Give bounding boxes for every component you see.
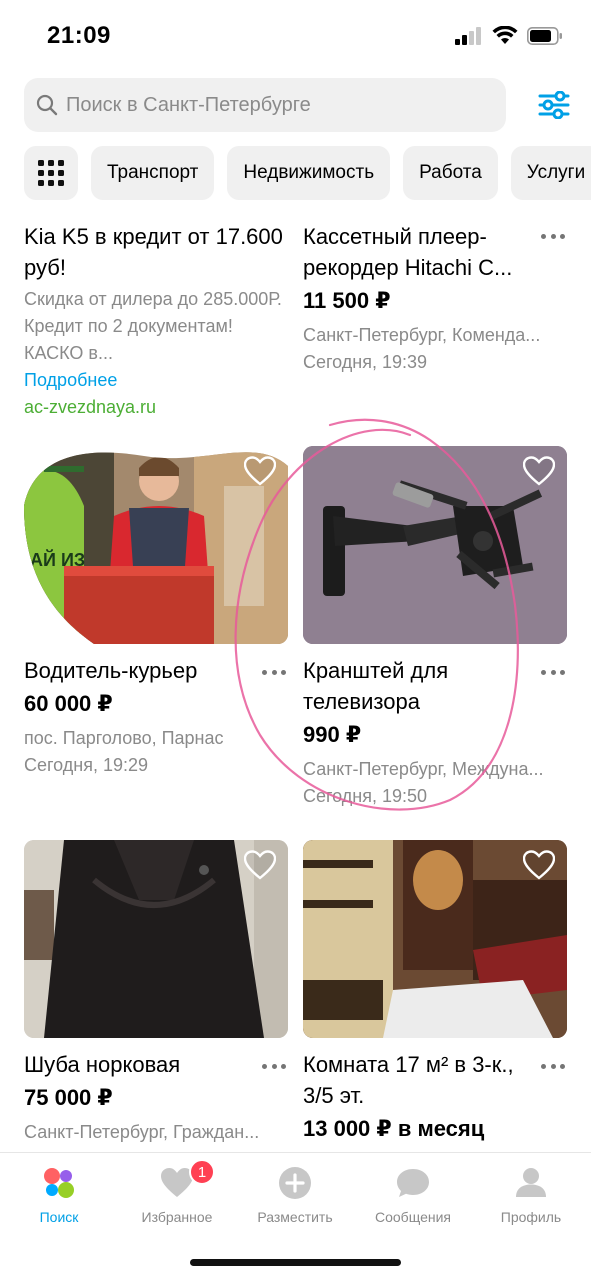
more-options-button[interactable] — [260, 1056, 288, 1076]
more-options-button[interactable] — [260, 662, 288, 682]
all-categories-button[interactable] — [24, 146, 78, 200]
tab-label: Избранное — [141, 1209, 213, 1225]
search-box[interactable] — [24, 78, 506, 132]
listing-title: Кранштей для телевизора — [303, 658, 449, 714]
listing-photo[interactable] — [303, 446, 567, 644]
listing-title: Кассетный плеер-рекордер Hitachi C... — [303, 224, 513, 280]
ad-card[interactable]: Kia K5 в кредит от 17.600 руб! Скидка от… — [24, 221, 288, 421]
search-input[interactable] — [66, 93, 486, 117]
favorite-heart-icon[interactable] — [244, 456, 276, 486]
listing-card[interactable]: Кассетный плеер-рекордер Hitachi C... 11… — [303, 221, 567, 376]
ad-description: Скидка от дилера до 285.000Р. Кредит по … — [24, 289, 282, 363]
listing-location: Санкт-Петербург, Междуна... — [303, 759, 544, 779]
signal-icon — [455, 26, 481, 45]
listing-price: 11 500 ₽ — [303, 288, 391, 313]
category-chip-realty[interactable]: Недвижимость — [227, 146, 391, 200]
listing-title: Комната 17 м² в 3-к., 3/5 эт. — [303, 1052, 514, 1108]
listing-date: Сегодня, 19:50 — [303, 786, 428, 806]
tab-favorites[interactable]: 1 Избранное — [118, 1159, 236, 1229]
category-chip-transport[interactable]: Транспорт — [91, 146, 215, 200]
tab-search[interactable]: Поиск — [0, 1165, 118, 1229]
more-options-button[interactable] — [539, 226, 567, 246]
listing-card[interactable]: Кранштей для телевизора 990 ₽ Санкт-Пете… — [303, 446, 567, 810]
heart-tab-icon: 1 — [159, 1159, 215, 1201]
listing-title: Водитель-курьер — [24, 658, 198, 683]
listing-price: 60 000 ₽ — [24, 691, 113, 716]
plus-tab-icon — [277, 1165, 313, 1201]
category-chip-services[interactable]: Услуги — [510, 146, 591, 200]
tab-label: Сообщения — [375, 1209, 451, 1225]
listing-price: 13 000 ₽ в месяц — [303, 1116, 485, 1141]
more-options-button[interactable] — [539, 662, 567, 682]
ad-domain: ac-zvezdnaya.ru — [24, 397, 157, 417]
listing-location: Санкт-Петербург, Граждан... — [24, 1122, 260, 1142]
profile-tab-icon — [513, 1165, 549, 1201]
tab-label: Профиль — [500, 1209, 562, 1225]
listing-date: Сегодня, 19:29 — [24, 755, 149, 775]
wifi-icon — [492, 26, 518, 44]
search-row — [24, 78, 575, 132]
more-options-button[interactable] — [539, 1056, 567, 1076]
listing-photo[interactable]: АЙ ИЗ — [24, 446, 288, 644]
home-indicator — [190, 1259, 401, 1266]
listing-photo[interactable] — [303, 840, 567, 1038]
listing-location: Санкт-Петербург, Коменда... — [303, 325, 541, 345]
tab-label: Разместить — [257, 1209, 333, 1225]
tab-label: Поиск — [39, 1209, 79, 1225]
listing-location: пос. Парголово, Парнас — [24, 728, 224, 748]
listing-date: Сегодня, 19:39 — [303, 352, 428, 372]
battery-icon — [527, 26, 562, 45]
category-chip-jobs[interactable]: Работа — [403, 146, 498, 200]
search-icon — [36, 94, 58, 116]
filter-icon — [538, 91, 570, 119]
status-bar: 21:09 — [0, 0, 591, 70]
status-icons — [455, 26, 563, 45]
filter-button[interactable] — [533, 84, 575, 126]
listing-photo[interactable] — [24, 840, 288, 1038]
tab-profile[interactable]: Профиль — [472, 1165, 590, 1229]
status-time: 21:09 — [47, 22, 111, 49]
category-chips: Транспорт Недвижимость Работа Услуги — [24, 146, 591, 200]
tab-messages[interactable]: Сообщения — [354, 1165, 472, 1229]
listing-card[interactable]: Шуба норковая 75 000 ₽ Санкт-Петербург, … — [24, 840, 288, 1146]
tab-post[interactable]: Разместить — [236, 1165, 354, 1229]
listing-card[interactable]: Комната 17 м² в 3-к., 3/5 эт. 13 000 ₽ в… — [303, 840, 567, 1144]
listing-title: Шуба норковая — [24, 1052, 181, 1077]
listing-price: 75 000 ₽ — [24, 1085, 113, 1110]
favorites-badge: 1 — [189, 1159, 215, 1185]
listing-price: 990 ₽ — [303, 722, 362, 747]
search-tab-icon — [41, 1165, 77, 1201]
chat-tab-icon — [395, 1165, 431, 1201]
listing-card[interactable]: АЙ ИЗ Водитель-курьер 60 000 ₽ пос. Парг… — [24, 446, 288, 779]
favorite-heart-icon[interactable] — [523, 850, 555, 880]
ad-more-link[interactable]: Подробнее — [24, 367, 288, 394]
grid-icon — [38, 160, 64, 186]
favorite-heart-icon[interactable] — [523, 456, 555, 486]
favorite-heart-icon[interactable] — [244, 850, 276, 880]
ad-title: Kia K5 в кредит от 17.600 руб! — [24, 224, 283, 280]
